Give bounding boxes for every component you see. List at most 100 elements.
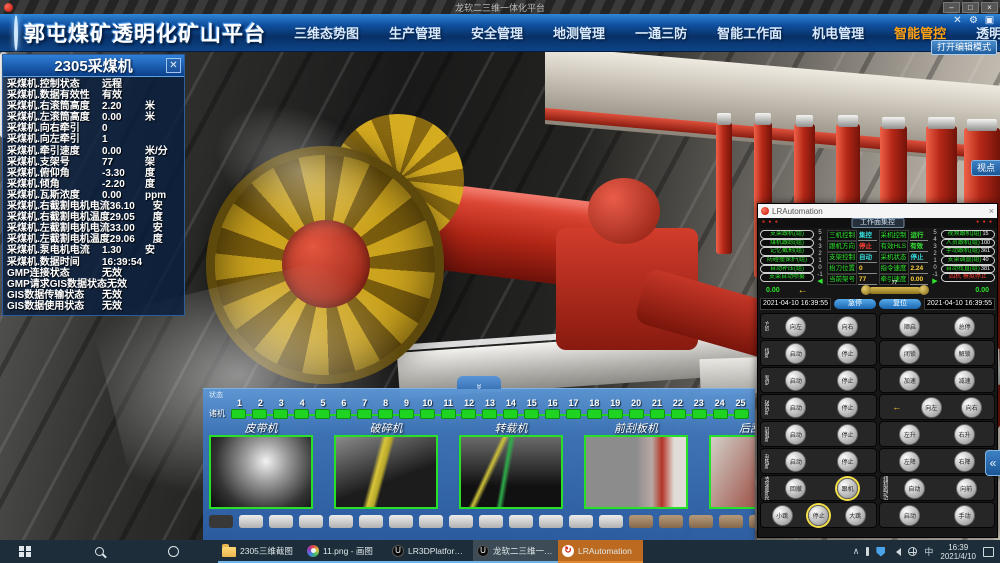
filmstrip-cell[interactable]	[479, 515, 503, 528]
maximize-button[interactable]: □	[962, 2, 979, 13]
clock[interactable]: 16:39 2021/4/10	[940, 543, 976, 561]
round-control-button[interactable]: 向左	[785, 316, 806, 337]
round-control-button[interactable]: 启动	[785, 451, 806, 472]
defender-shield-icon[interactable]	[876, 547, 885, 557]
search-button[interactable]	[82, 540, 116, 563]
nav-menu-item[interactable]: 一通三防	[635, 23, 687, 42]
mode-button[interactable]: 支架自动喷雾	[760, 273, 814, 282]
filmstrip-cell[interactable]	[329, 515, 353, 528]
camera-thumbnail[interactable]	[209, 435, 313, 509]
round-control-button[interactable]: 右升	[954, 424, 975, 445]
camera-feed[interactable]: 皮带机	[209, 422, 313, 509]
mode-button[interactable]: 支架跟机(组)	[760, 230, 814, 239]
close-icon[interactable]: ✕	[166, 58, 181, 73]
filmstrip-cell[interactable]	[239, 515, 263, 528]
round-control-button[interactable]: 停止	[837, 370, 858, 391]
filmstrip-cell[interactable]	[359, 515, 383, 528]
filmstrip-cell[interactable]	[269, 515, 293, 528]
collapse-right-icon[interactable]: «	[985, 450, 1000, 476]
filmstrip-cell[interactable]	[419, 515, 443, 528]
camera-thumbnail[interactable]	[334, 435, 438, 509]
taskbar-task[interactable]: 2305三维截图	[218, 540, 303, 563]
filmstrip-cell[interactable]	[629, 515, 653, 528]
mode-button[interactable]: 自动找直(组)381	[941, 265, 995, 274]
collapse-panel-tab[interactable]: »	[457, 376, 501, 389]
filmstrip-cell[interactable]	[299, 515, 323, 528]
round-control-button[interactable]: 右降	[954, 451, 975, 472]
round-control-button[interactable]: 启动	[785, 343, 806, 364]
camera-thumbnail[interactable]	[584, 435, 688, 509]
taskbar-task[interactable]: 11.png - 画图	[303, 540, 388, 563]
filmstrip-cell[interactable]	[539, 515, 563, 528]
minimize-button[interactable]: –	[943, 2, 960, 13]
mode-button[interactable]: 防碰撞保护(组)	[760, 256, 814, 265]
tray-chevron-icon[interactable]: ∧	[853, 546, 860, 557]
camera-feed[interactable]: 转载机	[459, 422, 563, 509]
round-control-button[interactable]: 减速	[954, 370, 975, 391]
speaker-icon[interactable]	[892, 548, 901, 556]
round-control-button[interactable]: 启动	[785, 370, 806, 391]
nav-menu-item[interactable]: 机电管理	[812, 23, 864, 42]
filmstrip-cell[interactable]	[719, 515, 743, 528]
round-control-button[interactable]: 跟机	[837, 478, 858, 499]
nav-tool-icon[interactable]: ▣	[983, 15, 996, 26]
round-control-button[interactable]: 大跳	[845, 505, 866, 526]
round-control-button[interactable]: 左升	[899, 424, 920, 445]
nav-menu-item[interactable]: 安全管理	[471, 23, 523, 42]
camera-thumbnail[interactable]	[709, 435, 755, 509]
filmstrip-cell[interactable]	[659, 515, 683, 528]
ime-icon[interactable]: 中	[924, 545, 933, 558]
nav-menu-item[interactable]: 地测管理	[553, 23, 605, 42]
round-control-button[interactable]: 回撤	[785, 478, 806, 499]
round-control-button[interactable]: 加速	[899, 370, 920, 391]
filmstrip-cell[interactable]	[599, 515, 623, 528]
round-control-button[interactable]: 自动	[904, 478, 925, 499]
taskbar-task[interactable]: U LR3DPlatform - U...	[388, 540, 473, 563]
mode-button[interactable]: 自动补压(组)	[760, 265, 814, 274]
cortana-button[interactable]	[156, 540, 190, 563]
round-control-button[interactable]: 总停	[954, 316, 975, 337]
taskbar-task[interactable]: U 龙软二三维一体化...	[473, 540, 558, 563]
network-icon[interactable]	[908, 547, 917, 556]
filmstrip-cell[interactable]	[389, 515, 413, 528]
taskbar-task[interactable]: ↻ LRAutomation	[558, 540, 643, 563]
round-control-button[interactable]: 向右	[837, 316, 858, 337]
round-control-button[interactable]: 停止	[837, 397, 858, 418]
notification-center-icon[interactable]	[983, 547, 994, 557]
round-control-button[interactable]: 启动	[785, 424, 806, 445]
nav-menu-item[interactable]: 智能工作面	[717, 23, 782, 42]
round-control-button[interactable]: 小跳	[772, 505, 793, 526]
estop-button[interactable]: 急停	[834, 299, 876, 309]
close-button[interactable]: ×	[981, 2, 998, 13]
simulate-stop-button[interactable]: 四机 模拟停止	[941, 273, 995, 282]
filmstrip-cell[interactable]	[209, 515, 233, 528]
start-button[interactable]	[8, 540, 42, 563]
camera-feed[interactable]: 破碎机	[334, 422, 438, 509]
close-icon[interactable]: ×	[989, 206, 994, 216]
camera-feed[interactable]: 前刮板机	[584, 422, 688, 509]
round-control-button[interactable]: 向右	[961, 397, 982, 418]
nav-tool-icon[interactable]: ✕	[951, 15, 964, 26]
filmstrip-cell[interactable]	[749, 515, 755, 528]
viewpoint-tab[interactable]: 视点	[971, 160, 1000, 176]
round-control-button[interactable]: 解锁	[954, 343, 975, 364]
round-control-button[interactable]: 启动	[899, 505, 920, 526]
filmstrip-cell[interactable]	[569, 515, 593, 528]
round-control-button[interactable]: 顺启	[899, 316, 920, 337]
nav-menu-item[interactable]: 三维态势图	[294, 23, 359, 42]
open-edit-mode-button[interactable]: 打开编辑模式	[931, 40, 997, 55]
reset-button[interactable]: 复位	[879, 299, 921, 309]
mode-button[interactable]: 人员跟机(组)100	[941, 239, 995, 248]
mode-button[interactable]: 煤机跟踪(组)	[760, 239, 814, 248]
filmstrip-cell[interactable]	[509, 515, 533, 528]
round-control-button[interactable]: 左降	[899, 451, 920, 472]
round-control-button[interactable]: 向前	[956, 478, 977, 499]
camera-feed[interactable]: 后刮板机	[709, 422, 755, 509]
round-control-button[interactable]: 停止	[837, 424, 858, 445]
mode-button[interactable]: 记忆截割(组)	[760, 247, 814, 256]
filmstrip-cell[interactable]	[689, 515, 713, 528]
usb-icon[interactable]	[866, 547, 869, 556]
round-control-button[interactable]: 闭锁	[899, 343, 920, 364]
round-control-button[interactable]: 向左	[921, 397, 942, 418]
mode-button[interactable]: 手动跟机(组)361	[941, 247, 995, 256]
